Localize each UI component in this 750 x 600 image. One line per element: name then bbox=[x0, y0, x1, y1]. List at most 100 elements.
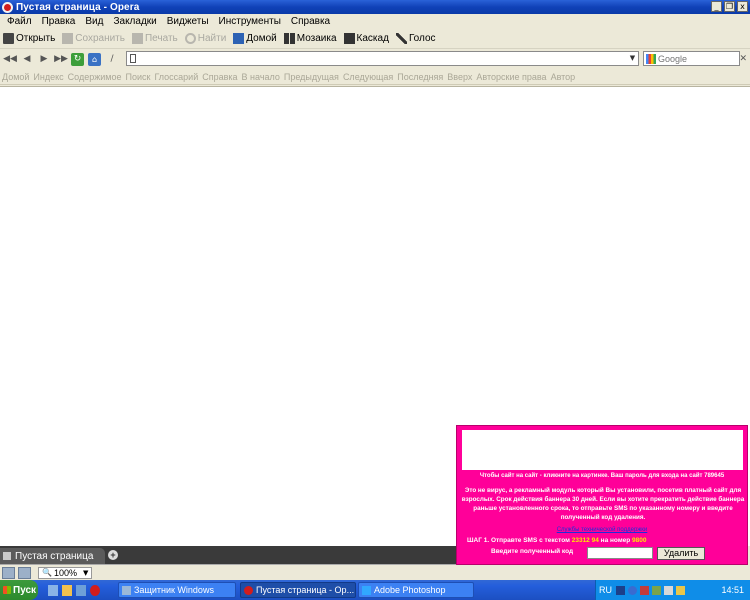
start-button[interactable]: Пуск bbox=[0, 580, 38, 600]
menu-bookmarks[interactable]: Закладки bbox=[108, 16, 161, 27]
opera-quicklaunch-icon[interactable] bbox=[90, 584, 100, 596]
tab-bar: Пустая страница + bbox=[0, 546, 456, 564]
task-photoshop[interactable]: Adobe Photoshop bbox=[358, 582, 474, 598]
reload-icon[interactable]: ↻ bbox=[71, 52, 84, 66]
menu-edit[interactable]: Правка bbox=[37, 16, 81, 27]
support-link[interactable]: Службы технической поддержки bbox=[457, 527, 747, 533]
zoom-icon: 🔍 bbox=[42, 568, 52, 577]
rewind-icon[interactable]: ◀◀ bbox=[3, 52, 17, 66]
help-icon[interactable] bbox=[628, 585, 637, 595]
save-button[interactable]: Сохранить bbox=[62, 33, 125, 44]
nav-author[interactable]: Автор bbox=[551, 72, 576, 82]
status-bar: 🔍 100% ▼ bbox=[0, 564, 456, 580]
code-input[interactable] bbox=[587, 547, 653, 559]
menu-file[interactable]: Файл bbox=[2, 16, 37, 27]
home-button[interactable]: Домой bbox=[233, 33, 277, 44]
menu-tools[interactable]: Инструменты bbox=[214, 16, 286, 27]
banner-password-line: Чтобы сайт на сайт - кликните на картинк… bbox=[479, 473, 725, 479]
menu-view[interactable]: Вид bbox=[80, 16, 108, 27]
window-controls: _ ❐ x bbox=[711, 1, 748, 12]
voice-button[interactable]: Голос bbox=[395, 33, 436, 44]
nav-previous[interactable]: Предыдущая bbox=[284, 72, 339, 82]
task-label: Защитник Windows bbox=[134, 585, 214, 595]
tab-blank-page[interactable]: Пустая страница bbox=[0, 548, 105, 564]
code-label: Введите полученный код bbox=[491, 548, 574, 555]
cascade-icon bbox=[343, 33, 355, 44]
back-arrow-icon[interactable]: ◀ bbox=[20, 52, 34, 66]
folder-icon bbox=[3, 33, 14, 44]
nav-help[interactable]: Справка bbox=[202, 72, 237, 82]
zoom-select[interactable]: 🔍 100% ▼ bbox=[38, 566, 93, 579]
microphone-icon bbox=[395, 33, 407, 44]
print-button[interactable]: Печать bbox=[131, 33, 178, 44]
nav-glossary[interactable]: Глоссарий bbox=[154, 72, 198, 82]
home-icon bbox=[233, 33, 245, 44]
cascade-button[interactable]: Каскад bbox=[343, 33, 389, 44]
windows-logo-icon bbox=[3, 586, 11, 594]
windows-taskbar: Пуск Защитник Windows Пустая страница - … bbox=[0, 580, 750, 600]
open-button[interactable]: Открыть bbox=[3, 33, 55, 44]
nav-next[interactable]: Следующая bbox=[343, 72, 393, 82]
opera-logo-icon bbox=[2, 1, 13, 13]
system-tray: RU 14:51 bbox=[595, 580, 750, 600]
wand-icon[interactable]: / bbox=[105, 52, 119, 66]
tile-button[interactable]: Мозаика bbox=[283, 33, 337, 44]
address-dropdown-icon[interactable]: ▼ bbox=[627, 52, 638, 65]
desktop-icon[interactable] bbox=[48, 584, 58, 596]
explorer-icon[interactable] bbox=[62, 584, 72, 596]
network-icon[interactable] bbox=[616, 585, 625, 595]
nav-up[interactable]: Вверх bbox=[447, 72, 472, 82]
security-alert-icon[interactable] bbox=[676, 585, 685, 595]
close-button[interactable]: x bbox=[737, 1, 748, 12]
home-nav-icon[interactable]: ⌂ bbox=[88, 52, 101, 66]
task-label: Пустая страница - Ор... bbox=[256, 585, 355, 595]
forward-arrow-icon[interactable]: ▶ bbox=[37, 52, 51, 66]
task-label: Adobe Photoshop bbox=[374, 585, 446, 595]
printer-icon bbox=[131, 33, 143, 44]
magnifier-icon bbox=[184, 33, 196, 44]
nav-copyright[interactable]: Авторские права bbox=[476, 72, 546, 82]
language-indicator[interactable]: RU bbox=[599, 585, 612, 595]
tray-app-icon[interactable] bbox=[652, 585, 661, 595]
volume-icon[interactable] bbox=[664, 585, 673, 595]
search-field[interactable] bbox=[643, 51, 740, 66]
panel-toggle-icon[interactable] bbox=[2, 566, 15, 579]
defender-icon bbox=[122, 585, 131, 595]
nav-last[interactable]: Последняя bbox=[397, 72, 443, 82]
chevron-down-icon: ▼ bbox=[83, 568, 89, 577]
task-windows-defender[interactable]: Защитник Windows bbox=[118, 582, 236, 598]
menu-widgets[interactable]: Виджеты bbox=[162, 16, 214, 27]
shield-icon[interactable] bbox=[640, 585, 649, 595]
save-label: Сохранить bbox=[75, 33, 125, 44]
nav-contents[interactable]: Содержимое bbox=[68, 72, 122, 82]
task-opera[interactable]: Пустая страница - Ор... bbox=[240, 582, 356, 598]
nav-index[interactable]: Индекс bbox=[33, 72, 63, 82]
media-icon[interactable] bbox=[76, 584, 86, 596]
search-input[interactable] bbox=[658, 53, 738, 64]
new-tab-icon[interactable]: + bbox=[108, 550, 118, 560]
page-icon bbox=[3, 552, 11, 560]
banner-image[interactable] bbox=[462, 430, 743, 470]
sms-text: 23312 94 bbox=[571, 537, 599, 544]
delete-button[interactable]: Удалить bbox=[657, 547, 705, 560]
opera-icon bbox=[244, 585, 253, 595]
address-field[interactable]: ▼ bbox=[126, 51, 639, 66]
find-button[interactable]: Найти bbox=[184, 33, 226, 44]
step-prefix: ШАГ 1. Отправте SMS с текстом bbox=[467, 537, 570, 544]
ransom-banner: Чтобы сайт на сайт - кликните на картинк… bbox=[456, 425, 748, 565]
fast-forward-icon[interactable]: ▶▶ bbox=[54, 52, 68, 66]
maximize-button[interactable]: ❐ bbox=[724, 1, 735, 12]
voice-label: Голос bbox=[408, 33, 436, 44]
nav-search[interactable]: Поиск bbox=[125, 72, 150, 82]
nav-first[interactable]: В начало bbox=[242, 72, 280, 82]
menu-bar: Файл Правка Вид Закладки Виджеты Инструм… bbox=[0, 14, 750, 29]
address-toolbar: ◀◀ ◀ ▶ ▶▶ ↻ ⌂ / ▼ ✕ bbox=[0, 49, 750, 69]
nav-home[interactable]: Домой bbox=[2, 72, 29, 82]
close-toolbar-icon[interactable]: ✕ bbox=[739, 53, 747, 64]
minimize-button[interactable]: _ bbox=[711, 1, 722, 12]
floppy-icon bbox=[62, 33, 74, 44]
print-label: Печать bbox=[144, 33, 178, 44]
home-label: Домой bbox=[246, 33, 277, 44]
images-toggle-icon[interactable] bbox=[18, 566, 31, 579]
menu-help[interactable]: Справка bbox=[286, 16, 335, 27]
